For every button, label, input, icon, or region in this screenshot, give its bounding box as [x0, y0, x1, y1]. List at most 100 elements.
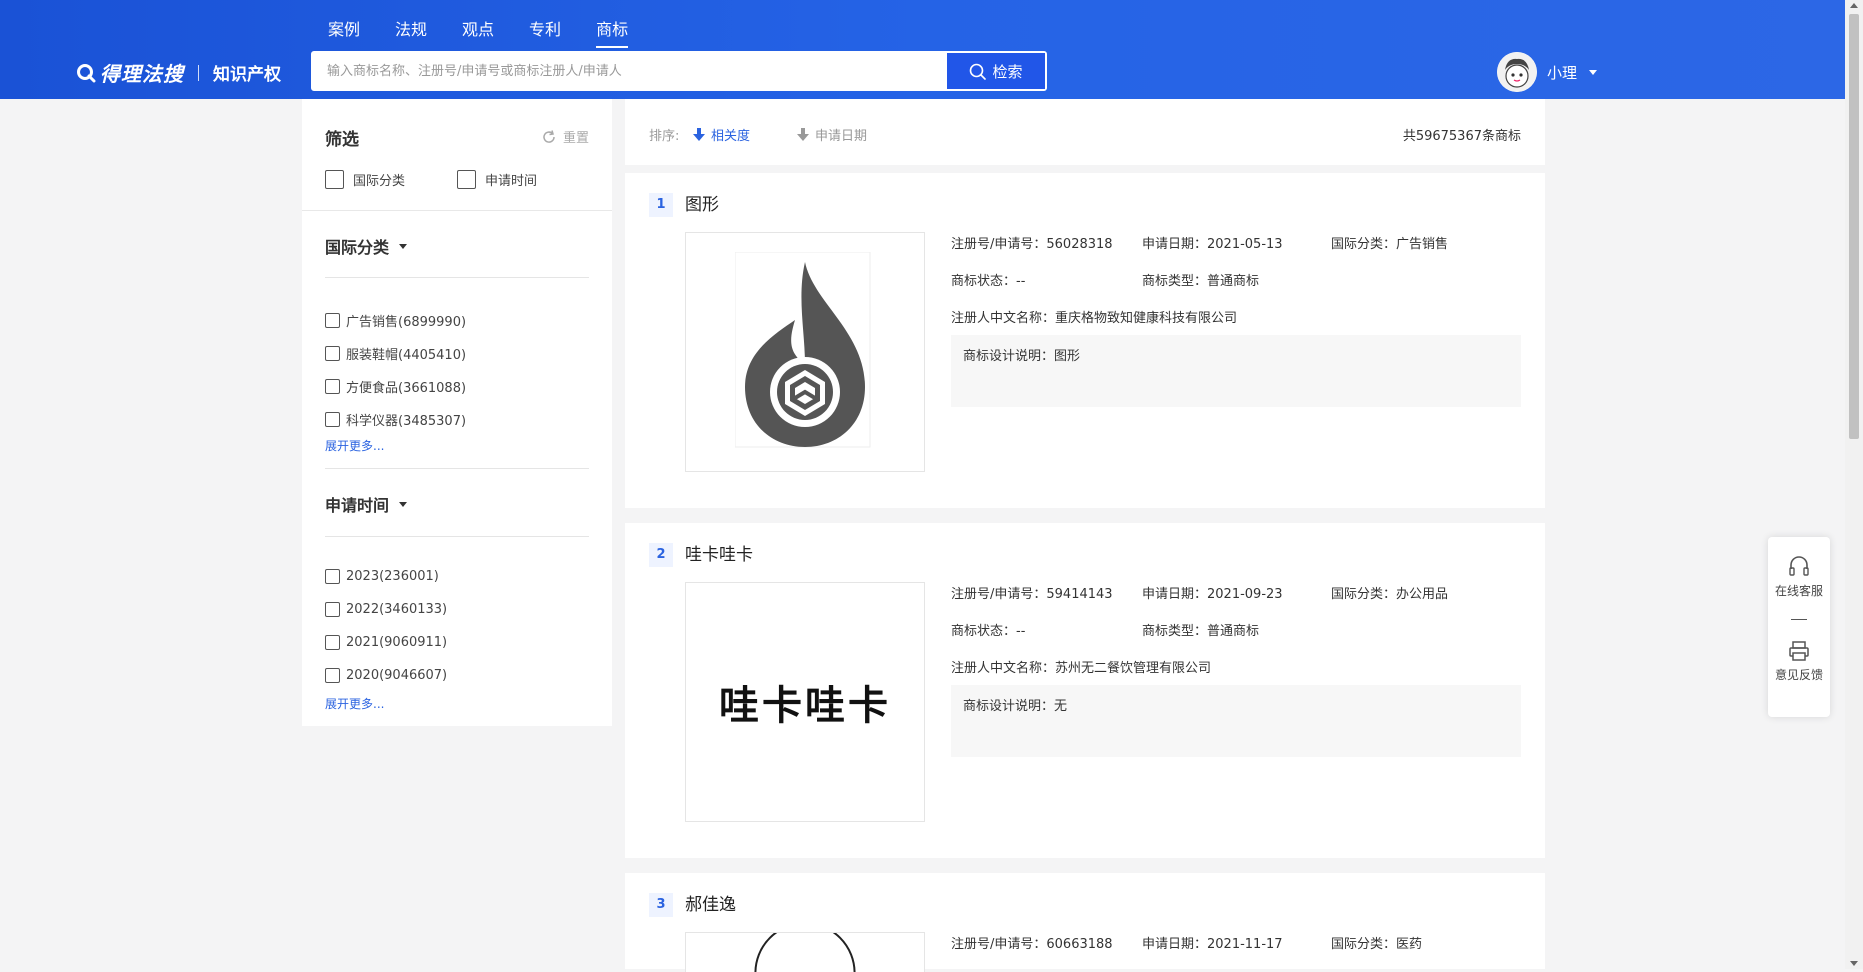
sort-relevance[interactable]: 相关度: [693, 125, 750, 144]
filter-option-label: 2021(9060911): [346, 635, 447, 650]
chevron-down-icon: [1589, 70, 1597, 75]
app-date: 申请日期：2021-05-13: [1142, 233, 1283, 252]
result-card[interactable]: 2 哇卡哇卡 哇卡哇卡 注册号/申请号：59414143 申请日期：2021-0…: [625, 523, 1545, 858]
trademark-drop-logo: [735, 252, 875, 452]
reset-button[interactable]: 重置: [541, 127, 589, 146]
filter-option-label: 科学仪器(3485307): [346, 410, 466, 429]
nav-views[interactable]: 观点: [462, 18, 494, 46]
sort-label: 排序:: [649, 125, 679, 144]
filter-option-label: 2022(3460133): [346, 602, 447, 617]
scroll-up-icon[interactable]: [1850, 3, 1858, 8]
trademark-image[interactable]: 哇卡哇卡: [685, 582, 925, 822]
tm-status: 商标状态：--: [951, 270, 1025, 289]
intl-class: 国际分类：广告销售: [1331, 233, 1448, 252]
filter-option[interactable]: 科学仪器(3485307): [325, 410, 466, 429]
intl-class: 国际分类：办公用品: [1331, 583, 1448, 602]
avatar: [1497, 52, 1537, 92]
design-description-text: 商标设计说明：无: [963, 699, 1067, 714]
checkbox[interactable]: [325, 346, 340, 361]
nav-laws[interactable]: 法规: [395, 18, 427, 46]
filter-option[interactable]: 2023(236001): [325, 569, 439, 584]
scroll-down-icon[interactable]: [1850, 961, 1858, 966]
checkbox[interactable]: [325, 170, 344, 189]
filter-option-label: 方便食品(3661088): [346, 377, 466, 396]
nav-cases[interactable]: 案例: [328, 18, 360, 46]
divider: [325, 536, 589, 537]
result-title[interactable]: 图形: [685, 193, 719, 217]
logo-subtitle: 知识产权: [213, 60, 281, 85]
filter-option[interactable]: 2020(9046607): [325, 668, 447, 683]
filter-option[interactable]: 2022(3460133): [325, 602, 447, 617]
caret-down-icon: [399, 502, 407, 507]
sort-date-label: 申请日期: [815, 125, 867, 144]
filter-option[interactable]: 服装鞋帽(4405410): [325, 344, 466, 363]
search-input[interactable]: [313, 53, 947, 89]
scroll-thumb[interactable]: [1849, 14, 1859, 439]
reset-label: 重置: [563, 127, 589, 146]
filter-option-label: 2023(236001): [346, 569, 439, 584]
result-count: 共59675367条商标: [1403, 125, 1521, 144]
checkbox[interactable]: [325, 635, 340, 650]
feedback-button[interactable]: 意见反馈: [1768, 639, 1830, 683]
checkbox[interactable]: [325, 569, 340, 584]
filter-option[interactable]: 方便食品(3661088): [325, 377, 466, 396]
trademark-circle-logo: [686, 933, 924, 972]
reg-number: 注册号/申请号：59414143: [951, 583, 1113, 602]
reg-number: 注册号/申请号：60663188: [951, 933, 1113, 952]
result-index: 2: [649, 543, 673, 567]
intl-class: 国际分类：医药: [1331, 933, 1422, 952]
search-button[interactable]: 检索: [947, 53, 1045, 89]
result-card[interactable]: 3 郝佳逸 注册号/申请号：60663188 申请日期：2021-11-17 国…: [625, 873, 1545, 969]
section-title: 国际分类: [325, 234, 389, 258]
expand-more-link[interactable]: 展开更多...: [325, 695, 384, 712]
checkbox[interactable]: [325, 602, 340, 617]
result-card[interactable]: 1 图形 注册号/申请号：56028318 申请日期：2021-05-13 国际…: [625, 173, 1545, 508]
filter-toggle-label: 国际分类: [353, 170, 405, 189]
page-scrollbar[interactable]: [1845, 0, 1863, 969]
checkbox[interactable]: [457, 170, 476, 189]
printer-icon: [1788, 639, 1810, 663]
sort-relevance-label: 相关度: [711, 125, 750, 144]
logo-search-icon: [76, 63, 96, 83]
checkbox[interactable]: [325, 412, 340, 427]
nav-patents[interactable]: 专利: [529, 18, 561, 46]
sort-bar: 排序: 相关度 申请日期 共59675367条商标: [625, 99, 1545, 165]
design-description-text: 商标设计说明：图形: [963, 349, 1080, 364]
logo-divider: [198, 65, 199, 81]
user-menu[interactable]: 小理: [1497, 52, 1597, 92]
checkbox[interactable]: [325, 313, 340, 328]
checkbox[interactable]: [325, 379, 340, 394]
expand-more-link[interactable]: 展开更多...: [325, 437, 384, 454]
reg-number: 注册号/申请号：56028318: [951, 233, 1113, 252]
trademark-wordmark: 哇卡哇卡: [719, 673, 891, 731]
result-title[interactable]: 哇卡哇卡: [685, 543, 753, 567]
trademark-image[interactable]: [685, 932, 925, 972]
online-service-label: 在线客服: [1768, 582, 1830, 599]
app-date: 申请日期：2021-11-17: [1142, 933, 1283, 952]
result-index: 1: [649, 193, 673, 217]
filter-option[interactable]: 2021(9060911): [325, 635, 447, 650]
main-nav: 案例 法规 观点 专利 商标: [328, 18, 663, 46]
online-service-button[interactable]: 在线客服: [1768, 555, 1830, 599]
section-date-header[interactable]: 申请时间: [325, 492, 407, 516]
design-description: 商标设计说明：图形: [951, 335, 1521, 407]
divider: [325, 277, 589, 278]
search-icon: [969, 63, 986, 80]
result-title[interactable]: 郝佳逸: [685, 893, 736, 917]
sort-date[interactable]: 申请日期: [797, 125, 867, 144]
trademark-image[interactable]: [685, 232, 925, 472]
site-logo[interactable]: 得理法搜 知识产权: [76, 58, 281, 87]
filter-toggle-class[interactable]: 国际分类: [325, 170, 405, 189]
checkbox[interactable]: [325, 668, 340, 683]
divider: [1791, 619, 1807, 620]
floating-service-panel: 在线客服 意见反馈: [1768, 537, 1830, 717]
owner-name: 注册人中文名称：苏州无二餐饮管理有限公司: [951, 657, 1211, 676]
section-title: 申请时间: [325, 492, 389, 516]
filter-option[interactable]: 广告销售(6899990): [325, 311, 466, 330]
section-class-header[interactable]: 国际分类: [325, 234, 407, 258]
nav-trademarks[interactable]: 商标: [596, 18, 628, 46]
feedback-label: 意见反馈: [1768, 666, 1830, 683]
filter-toggle-date[interactable]: 申请时间: [457, 170, 537, 189]
user-name: 小理: [1547, 62, 1577, 83]
arrow-down-icon: [693, 128, 705, 142]
